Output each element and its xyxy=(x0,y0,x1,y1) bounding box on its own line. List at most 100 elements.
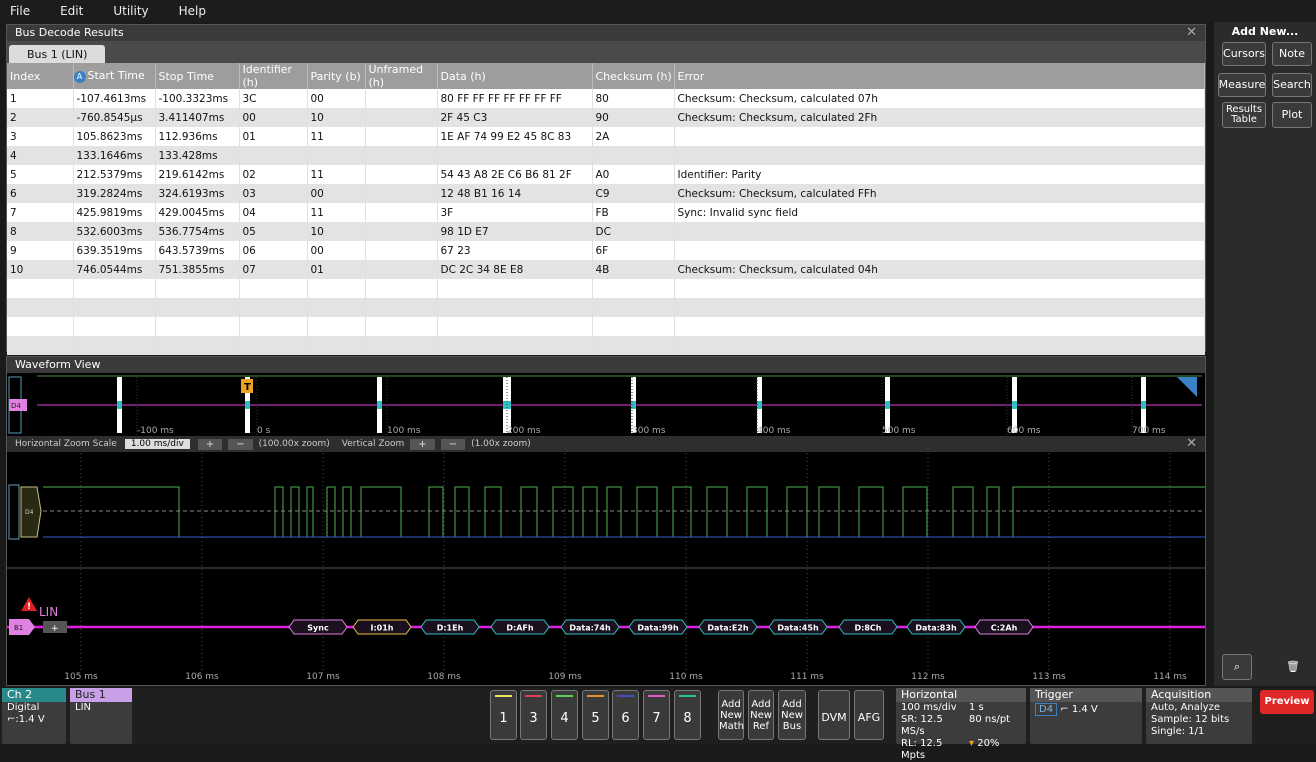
overview-plot[interactable]: D4 -100 ms 0 s 100 ms 200 ms 300 ms 400 ms 500… xyxy=(7,373,1205,437)
cell-data: 3F xyxy=(437,203,593,222)
col-parity[interactable]: Parity (b) xyxy=(307,63,366,89)
bus-packet[interactable]: Data:74h xyxy=(560,619,620,635)
cell-index: 7 xyxy=(7,203,74,222)
afg-button[interactable]: AFG xyxy=(854,690,884,740)
col-index[interactable]: Index xyxy=(7,63,74,89)
channel-4-button[interactable]: 4 xyxy=(551,690,578,740)
cell-data: 67 23 xyxy=(437,241,593,260)
v-zoom-out-button[interactable]: − xyxy=(440,438,466,450)
col-stop-time[interactable]: Stop Time xyxy=(155,63,240,89)
bus-packet[interactable]: C:2Ah xyxy=(974,619,1034,635)
menu-help[interactable]: Help xyxy=(179,4,206,18)
acquisition-badge[interactable]: Acquisition Auto, Analyze Sample: 12 bit… xyxy=(1146,688,1252,744)
h-zoom-out-button[interactable]: − xyxy=(228,438,253,450)
channel-1-button[interactable]: 1 xyxy=(490,690,517,740)
results-table-button[interactable]: Results Table xyxy=(1222,102,1266,128)
v-zoom-in-button[interactable]: + xyxy=(410,438,435,450)
table-row[interactable]: 7 425.9819ms 429.0045ms 04 11 3F FB Sync: Inval… xyxy=(7,203,1205,222)
zoom-close-icon[interactable]: ✕ xyxy=(1186,436,1197,451)
add-new-math-button[interactable]: Add New Math xyxy=(718,690,744,740)
channel-color-bar xyxy=(525,695,542,697)
cell-checksum xyxy=(592,146,675,165)
channel-7-button[interactable]: 7 xyxy=(643,690,670,740)
col-data[interactable]: Data (h) xyxy=(437,63,593,89)
channel-6-button[interactable]: 6 xyxy=(612,690,639,740)
cell-unframed xyxy=(365,184,438,203)
preview-button[interactable]: Preview xyxy=(1260,690,1314,714)
col-start-time-label: Start Time xyxy=(87,69,145,82)
add-new-panel: Add New... Cursors Note Measure Search R… xyxy=(1214,22,1316,686)
search-button[interactable]: Search xyxy=(1272,73,1312,97)
bus-packet[interactable]: Sync xyxy=(288,619,348,635)
channel-color-bar xyxy=(556,695,573,697)
menu-edit[interactable]: Edit xyxy=(60,4,83,18)
channel-8-button[interactable]: 8 xyxy=(674,690,701,740)
bus-packet[interactable]: Data:83h xyxy=(906,619,966,635)
trigger-badge[interactable]: Trigger D4 ⌐ 1.4 V xyxy=(1030,688,1142,744)
table-row[interactable]: 10 746.0544ms 751.3855ms 07 01 DC 2C 34 8E E8… xyxy=(7,260,1205,279)
horizontal-badge[interactable]: Horizontal 100 ms/div 1 s SR: 12.5 MS/s 80… xyxy=(896,688,1026,761)
channel-3-button[interactable]: 3 xyxy=(520,690,547,740)
h-zoom-in-button[interactable]: + xyxy=(197,438,223,450)
dvm-button[interactable]: DVM xyxy=(818,690,850,740)
table-row[interactable]: 9 639.3519ms 643.5739ms 06 00 67 23 6F xyxy=(7,241,1205,260)
d4-marker-label: D4 xyxy=(11,402,21,410)
add-new-ref-button[interactable]: Add New Ref xyxy=(748,690,774,740)
measure-button[interactable]: Measure xyxy=(1218,73,1266,97)
edge-icon: ⌐: xyxy=(7,714,19,725)
bus-packet[interactable]: Data:45h xyxy=(768,619,828,635)
bus-packet-label: Data:99h xyxy=(637,624,679,633)
cell-start-time: 425.9819ms xyxy=(73,203,156,222)
bus-packet[interactable]: D:8Ch xyxy=(838,619,898,635)
channel-color-bar xyxy=(495,695,512,697)
bus-packet[interactable]: I:01h xyxy=(352,619,412,635)
cell-parity: 11 xyxy=(307,203,366,222)
overview-tick-label: -100 ms xyxy=(137,426,174,436)
table-row[interactable]: 4 133.1646ms 133.428ms xyxy=(7,146,1205,165)
svg-text:T: T xyxy=(244,382,251,393)
add-new-bus-button[interactable]: Add New Bus xyxy=(778,690,806,740)
zoomed-plot[interactable]: D4 ! LIN B1 + Sync I:01h D:1Eh D:AFh Data:74… xyxy=(7,453,1205,685)
zoom-icon[interactable]: ⌕ xyxy=(1222,654,1252,680)
col-error[interactable]: Error xyxy=(674,63,1205,89)
cell-start-time: 319.2824ms xyxy=(73,184,156,203)
cell-parity xyxy=(307,146,366,165)
time-tick-label: 109 ms xyxy=(548,672,582,682)
h-zoom-value[interactable]: 1.00 ms/div xyxy=(124,439,190,449)
table-row[interactable]: 3 105.8623ms 112.936ms 01 11 1E AF 74 99 E2 4… xyxy=(7,127,1205,146)
cursors-button[interactable]: Cursors xyxy=(1222,42,1266,66)
ch2-badge[interactable]: Ch 2 Digital ⌐:1.4 V xyxy=(2,688,66,744)
bus-packet[interactable]: Data:99h xyxy=(628,619,688,635)
table-row[interactable]: 1 -107.4613ms -100.3323ms 3C 00 80 FF FF FF F… xyxy=(7,89,1205,108)
bus-packet[interactable]: Data:E2h xyxy=(698,619,758,635)
table-row[interactable]: 5 212.5379ms 219.6142ms 02 11 54 43 A8 2E C6 … xyxy=(7,165,1205,184)
table-row[interactable]: 6 319.2824ms 324.6193ms 03 00 12 48 B1 16 14 C… xyxy=(7,184,1205,203)
cell-unframed xyxy=(365,89,438,108)
cell-start-time: 532.6003ms xyxy=(73,222,156,241)
col-identifier[interactable]: Identifier (h) xyxy=(239,63,308,89)
sort-badge-icon: A xyxy=(73,71,86,83)
table-row[interactable]: 2 -760.8545µs 3.411407ms 00 10 2F 45 C3 90 Chec… xyxy=(7,108,1205,127)
bus1-badge[interactable]: Bus 1 LIN xyxy=(70,688,132,744)
bus-packet[interactable]: D:AFh xyxy=(490,619,550,635)
menu-utility[interactable]: Utility xyxy=(113,4,148,18)
col-start-time[interactable]: A Start Time xyxy=(73,63,156,89)
cell-start-time: 746.0544ms xyxy=(73,260,156,279)
note-button[interactable]: Note xyxy=(1272,42,1312,66)
empty-row xyxy=(7,279,1205,298)
plot-button[interactable]: Plot xyxy=(1272,102,1312,128)
table-row[interactable]: 8 532.6003ms 536.7754ms 05 10 98 1D E7 DC xyxy=(7,222,1205,241)
bus-packet[interactable]: D:1Eh xyxy=(420,619,480,635)
tab-bus1-lin[interactable]: Bus 1 (LIN) xyxy=(9,45,106,63)
cell-stop-time: -100.3323ms xyxy=(155,89,240,108)
col-unframed[interactable]: Unframed (h) xyxy=(365,63,438,89)
time-tick-label: 106 ms xyxy=(185,672,219,682)
trash-icon[interactable]: 🗑 xyxy=(1280,654,1306,680)
close-icon[interactable]: ✕ xyxy=(1186,25,1197,41)
channel-5-button[interactable]: 5 xyxy=(582,690,609,740)
col-checksum[interactable]: Checksum (h) xyxy=(592,63,675,89)
lin-label: LIN xyxy=(39,605,58,619)
waveform-view: Waveform View D4 -100 ms 0 s 100 ms 200 ms 3… xyxy=(6,356,1206,686)
cell-stop-time: 751.3855ms xyxy=(155,260,240,279)
menu-file[interactable]: File xyxy=(10,4,30,18)
